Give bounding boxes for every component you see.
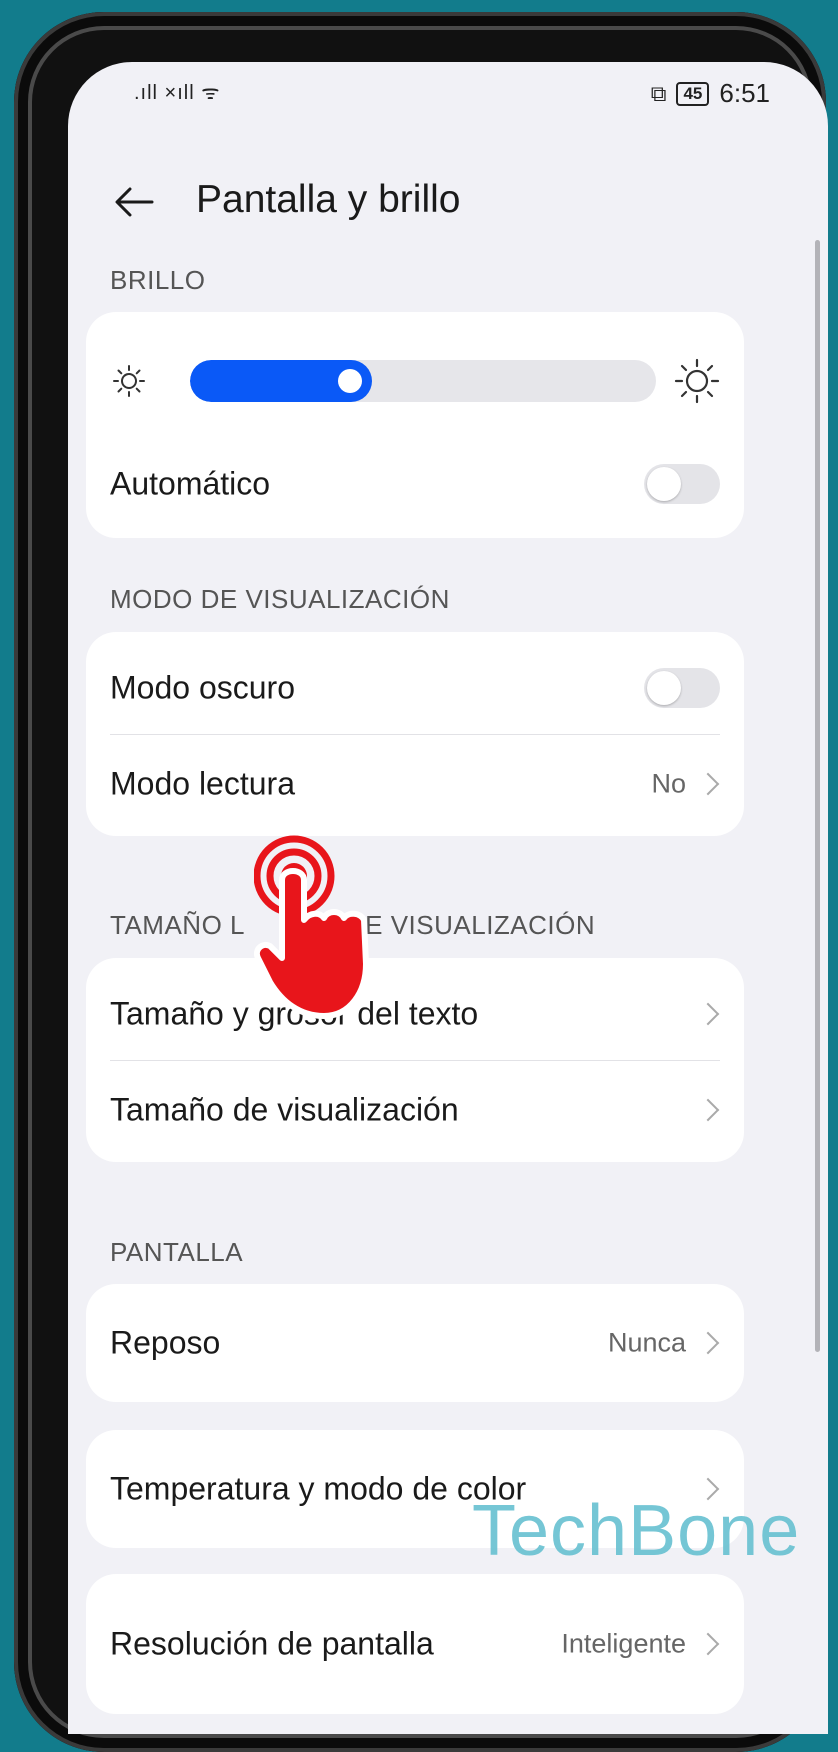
dark-mode-label: Modo oscuro (110, 669, 295, 706)
display-size-label: Tamaño de visualización (110, 1091, 459, 1128)
status-time: 6:51 (719, 78, 770, 108)
battery-icon: 45 (676, 81, 710, 106)
auto-brightness-row[interactable]: Automático (110, 434, 720, 534)
chevron-right-icon (696, 1331, 720, 1355)
chevron-right-icon (696, 1632, 720, 1656)
sleep-row[interactable]: Reposo Nunca (110, 1293, 720, 1393)
auto-brightness-label: Automático (110, 465, 271, 502)
page-title: Pantalla y brillo (196, 178, 461, 221)
text-size-row[interactable]: Tamaño y grosor del texto (110, 964, 720, 1064)
resolution-card: Resolución de pantalla Inteligente (86, 1574, 744, 1714)
sun-large-icon (674, 358, 720, 404)
tap-hand-icon (254, 835, 369, 1019)
screen: .ıll ×ıll ᯤ ⧉ 45 6:51 Pantalla y brillo … (68, 62, 828, 1734)
section-label-modo: MODO DE VISUALIZACIÓN (110, 584, 450, 614)
status-right: ⧉ 45 6:51 (651, 78, 770, 109)
resolution-row[interactable]: Resolución de pantalla Inteligente (110, 1594, 720, 1694)
chevron-right-icon (696, 1098, 720, 1122)
dark-mode-row[interactable]: Modo oscuro (110, 638, 720, 738)
scrollbar[interactable] (815, 240, 820, 1352)
brightness-card: Automático (86, 312, 744, 538)
resolution-label: Resolución de pantalla (110, 1625, 434, 1662)
color-temperature-label: Temperatura y modo de color (110, 1470, 527, 1507)
sleep-card: Reposo Nunca (86, 1284, 744, 1402)
reading-mode-row[interactable]: Modo lectura No (110, 734, 720, 834)
chevron-right-icon (696, 1002, 720, 1026)
section-label-brillo: BRILLO (110, 265, 206, 295)
phone-frame: .ıll ×ıll ᯤ ⧉ 45 6:51 Pantalla y brillo … (14, 12, 828, 1752)
back-arrow-icon[interactable] (112, 180, 156, 224)
reading-mode-value: No (651, 768, 686, 799)
display-size-row[interactable]: Tamaño de visualización (110, 1060, 720, 1160)
brightness-slider[interactable] (110, 356, 720, 406)
signal-icons: .ıll ×ıll ᯤ (134, 82, 221, 104)
status-bar: .ıll ×ıll ᯤ ⧉ 45 6:51 (68, 62, 828, 122)
app-header: Pantalla y brillo (68, 162, 828, 242)
resolution-value: Inteligente (561, 1628, 686, 1659)
sleep-label: Reposo (110, 1324, 221, 1361)
reading-mode-label: Modo lectura (110, 765, 295, 802)
auto-brightness-toggle[interactable] (644, 464, 720, 504)
section-label-pantalla: PANTALLA (110, 1237, 244, 1267)
chevron-right-icon (696, 772, 720, 796)
brightness-thumb[interactable] (338, 369, 362, 393)
watermark: TechBone (472, 1491, 801, 1571)
sun-small-icon (113, 365, 145, 397)
cast-icon: ⧉ (650, 80, 667, 106)
brightness-track[interactable] (190, 360, 656, 402)
display-mode-card: Modo oscuro Modo lectura No (86, 632, 744, 836)
sleep-value: Nunca (607, 1327, 686, 1358)
size-card: Tamaño y grosor del texto Tamaño de visu… (86, 958, 744, 1162)
dark-mode-toggle[interactable] (644, 668, 720, 708)
